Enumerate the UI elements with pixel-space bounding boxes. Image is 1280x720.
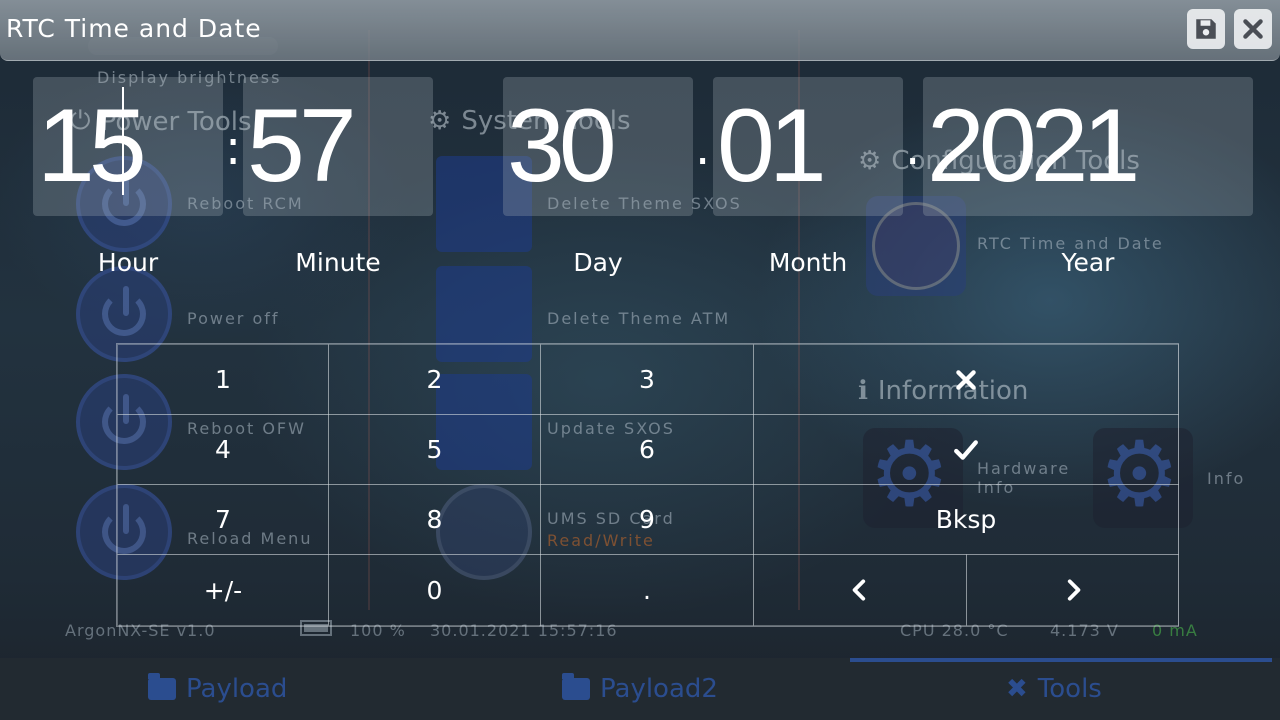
x-icon <box>956 369 976 390</box>
tab-label: Payload <box>186 674 288 704</box>
cancel-button[interactable] <box>753 344 1179 415</box>
numeric-keypad: 1 2 3 4 5 6 7 8 9 Bksp +/- 0 . <box>116 343 1179 627</box>
hour-label: Hour <box>97 248 159 277</box>
backspace-button[interactable]: Bksp <box>753 484 1179 555</box>
key-dot[interactable]: . <box>540 554 754 626</box>
save-icon <box>1196 19 1216 39</box>
bottom-tab-bar: Payload Payload2 ✖ Tools <box>0 658 1280 720</box>
year-field[interactable]: 2021 <box>923 77 1253 216</box>
key-7[interactable]: 7 <box>117 484 329 555</box>
minute-value: 57 <box>247 88 357 204</box>
tab-tools[interactable]: ✖ Tools <box>1006 674 1102 704</box>
dialog-title: RTC Time and Date <box>6 14 262 43</box>
chevron-right-icon <box>1067 579 1080 601</box>
power-off-label: Power off <box>187 309 280 328</box>
time-separator: : <box>225 120 242 176</box>
folder-icon <box>562 673 590 700</box>
check-icon <box>954 439 978 460</box>
year-label: Year <box>1061 248 1115 277</box>
tab-payload2[interactable]: Payload2 <box>562 673 718 704</box>
save-button[interactable] <box>1187 9 1225 49</box>
close-icon <box>1243 19 1263 39</box>
key-9[interactable]: 9 <box>540 484 754 555</box>
minute-label: Minute <box>295 248 381 277</box>
month-field[interactable]: 01 <box>713 77 903 216</box>
active-tab-indicator <box>850 658 1272 662</box>
day-field[interactable]: 30 <box>503 77 693 216</box>
confirm-button[interactable] <box>753 414 1179 485</box>
hour-value: 15 <box>37 88 147 204</box>
key-4[interactable]: 4 <box>117 414 329 485</box>
day-label: Day <box>573 248 623 277</box>
sign-toggle-key[interactable]: +/- <box>117 554 329 626</box>
day-value: 30 <box>507 88 617 204</box>
hour-field[interactable]: 15 <box>33 77 223 216</box>
cursor-right-button[interactable] <box>966 554 1179 626</box>
key-6[interactable]: 6 <box>540 414 754 485</box>
cursor-left-button[interactable] <box>753 554 967 626</box>
dialog-title-bar: RTC Time and Date <box>0 0 1280 61</box>
tab-label: Payload2 <box>600 674 718 704</box>
month-label: Month <box>768 248 848 277</box>
key-2[interactable]: 2 <box>328 344 541 415</box>
tab-payload[interactable]: Payload <box>148 673 288 704</box>
delete-theme-atm-label: Delete Theme ATM <box>547 309 731 328</box>
year-value: 2021 <box>927 88 1140 204</box>
key-5[interactable]: 5 <box>328 414 541 485</box>
tools-icon: ✖ <box>1006 674 1028 704</box>
minute-field[interactable]: 57 <box>243 77 433 216</box>
month-value: 01 <box>717 88 827 204</box>
key-1[interactable]: 1 <box>117 344 329 415</box>
tab-label: Tools <box>1037 674 1102 704</box>
close-button[interactable] <box>1234 9 1272 49</box>
key-0[interactable]: 0 <box>328 554 541 626</box>
folder-icon <box>148 673 176 700</box>
date-separator: . <box>695 120 711 176</box>
key-8[interactable]: 8 <box>328 484 541 555</box>
chevron-left-icon <box>852 579 866 601</box>
date-separator: . <box>905 120 921 176</box>
key-3[interactable]: 3 <box>540 344 754 415</box>
info-label: Info <box>1207 469 1246 488</box>
